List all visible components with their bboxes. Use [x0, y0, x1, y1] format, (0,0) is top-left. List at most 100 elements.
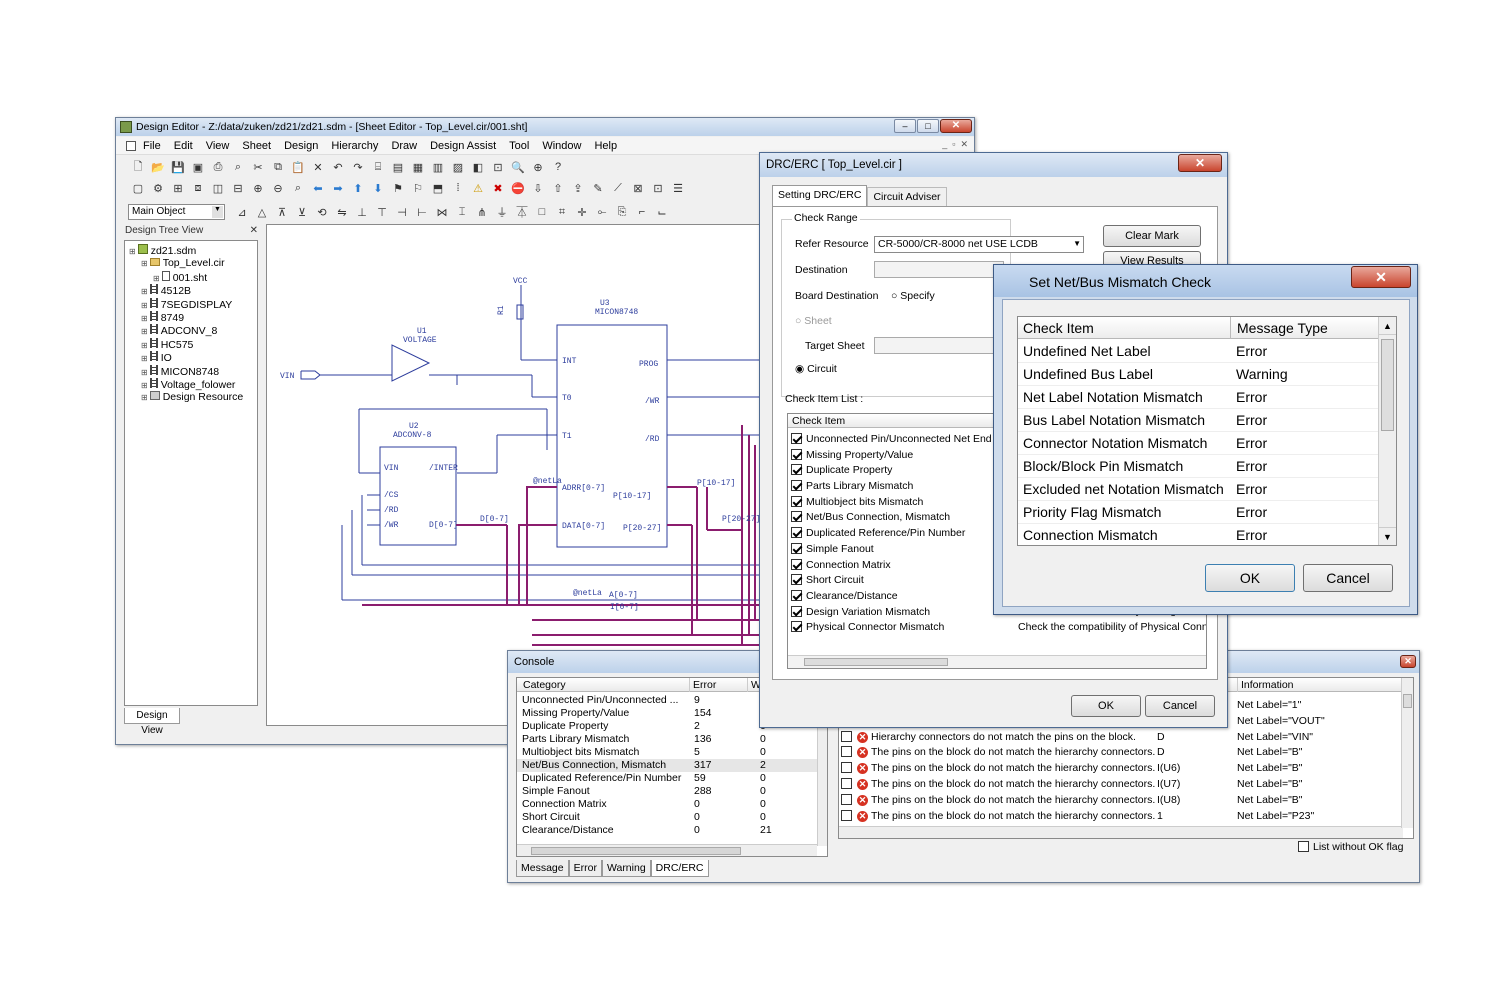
distribute-icon[interactable]: ⊻	[294, 204, 310, 220]
open-icon[interactable]: 📂	[150, 159, 166, 175]
mismatch-message-type[interactable]: Error	[1236, 478, 1267, 501]
specify-radio[interactable]: ○ Specify	[891, 290, 935, 302]
flag-icon[interactable]: ⚑	[390, 180, 406, 196]
mismatch-vscroll[interactable]: ▲ ▼	[1378, 317, 1396, 545]
check-item-checkbox[interactable]	[791, 574, 802, 586]
tree-close-icon[interactable]: ✕	[250, 224, 258, 238]
minimize-button[interactable]: –	[894, 119, 916, 133]
search-icon[interactable]: 🔍	[510, 159, 526, 175]
tree-item[interactable]: ⊞ Design Resource	[129, 391, 257, 404]
message-row[interactable]: ✕ The pins on the block do not match the…	[839, 777, 1403, 793]
message-checkbox[interactable]	[841, 745, 856, 761]
refer-resource-select[interactable]: CR-5000/CR-8000 net USE LCDB ▼	[874, 236, 1084, 253]
clear-mark-button[interactable]: Clear Mark	[1103, 225, 1201, 247]
mismatch-row[interactable]: Excluded net Notation Mismatch Error	[1018, 478, 1378, 501]
mdi-controls[interactable]: _ ▫ ✕	[942, 139, 968, 150]
error-mark-icon[interactable]: ✖	[490, 180, 506, 196]
find-icon[interactable]: ⌸	[370, 159, 386, 175]
redraw-icon[interactable]: ⊟	[230, 180, 246, 196]
menu-item[interactable]: Help	[594, 140, 617, 152]
tab-setting-drc[interactable]: Setting DRC/ERC	[772, 185, 868, 206]
cross-icon[interactable]: ✛	[574, 204, 590, 220]
move-down-icon[interactable]: ⇩	[530, 180, 546, 196]
destination-field[interactable]	[874, 261, 1004, 278]
select-icon[interactable]: ▢	[130, 180, 146, 196]
dots-icon[interactable]: ⁞	[450, 180, 466, 196]
netbus-ok-button[interactable]: OK	[1205, 564, 1295, 592]
grid-icon[interactable]: ▦	[410, 159, 426, 175]
message-row[interactable]: ✕ The pins on the block do not match the…	[839, 761, 1403, 777]
sheet-radio[interactable]: ○ Sheet	[795, 315, 832, 327]
power-icon[interactable]: ⏚	[494, 204, 510, 220]
net-icon[interactable]: ⊢	[414, 204, 430, 220]
mismatch-row[interactable]: Net Label Notation Mismatch Error	[1018, 386, 1378, 409]
check-item-checkbox[interactable]	[791, 495, 802, 507]
mismatch-message-type[interactable]: Warning	[1236, 363, 1288, 386]
category-row[interactable]: Net/Bus Connection, Mismatch 317 2	[517, 759, 817, 772]
check-item-checkbox[interactable]	[791, 589, 802, 601]
line-icon[interactable]: ⟋	[610, 180, 626, 196]
sheet-link-icon[interactable]: ⎘	[614, 204, 630, 220]
print-icon[interactable]: ⎙	[210, 159, 226, 175]
tree-item[interactable]: ⊞ 001.sht	[129, 270, 257, 284]
table-icon[interactable]: ▥	[430, 159, 446, 175]
check-item-checkbox[interactable]	[791, 448, 802, 460]
redo-icon[interactable]: ↷	[350, 159, 366, 175]
list-without-ok-checkbox[interactable]: List without OK flag	[1298, 841, 1403, 853]
zoom-in-icon[interactable]: ⊕	[250, 180, 266, 196]
message-row[interactable]: ✕ The pins on the block do not match the…	[839, 809, 1403, 825]
console-tab[interactable]: Message	[516, 860, 569, 877]
delete-icon[interactable]: ✕	[310, 159, 326, 175]
bookmark-icon[interactable]: ⚐	[410, 180, 426, 196]
menu-item[interactable]: Tool	[509, 140, 529, 152]
undo-icon[interactable]: ↶	[330, 159, 346, 175]
mismatch-message-type[interactable]: Error	[1236, 340, 1267, 363]
check-item-checkbox[interactable]	[791, 542, 802, 554]
message-checkbox[interactable]	[841, 761, 856, 777]
mismatch-message-type[interactable]: Error	[1236, 386, 1267, 409]
edit-icon[interactable]: ✎	[590, 180, 606, 196]
tree-list[interactable]: ⊞ zd21.sdm ⊞ Top_Level.cir ⊞ 001.sht ⊞ 4512B ⊞ 7S…	[124, 240, 258, 706]
stop-icon[interactable]: ⛔	[510, 180, 526, 196]
col-message-type[interactable]: Message Type	[1230, 317, 1328, 339]
expand-icon[interactable]: ⊞	[141, 393, 148, 402]
help-icon[interactable]: ?	[550, 159, 566, 175]
zoom-icon[interactable]: ⊕	[530, 159, 546, 175]
check-item-checkbox[interactable]	[791, 480, 802, 492]
ground-icon[interactable]: ⏄	[514, 204, 530, 220]
tree-tab[interactable]: Design View	[124, 708, 180, 736]
tab-circuit-adviser[interactable]: Circuit Adviser	[867, 187, 947, 206]
check-item-col[interactable]: Check Item	[792, 414, 845, 428]
tree-item[interactable]: ⊞ ADCONV_8	[129, 324, 257, 337]
tree-item[interactable]: ⊞ IO	[129, 351, 257, 364]
mismatch-row[interactable]: Priority Flag Mismatch Error	[1018, 501, 1378, 524]
zoom-area-icon[interactable]: ⌕	[290, 180, 306, 196]
mismatch-message-type[interactable]: Error	[1236, 524, 1267, 545]
expand-icon[interactable]: ⊞	[141, 314, 148, 323]
paste-icon[interactable]: 📋	[290, 159, 306, 175]
wire-icon[interactable]: ⊣	[394, 204, 410, 220]
menu-item[interactable]: Design Assist	[430, 140, 496, 152]
warning-icon[interactable]: ⚠	[470, 180, 486, 196]
drc-cancel-button[interactable]: Cancel	[1145, 695, 1215, 717]
mismatch-row[interactable]: Connector Notation Mismatch Error	[1018, 432, 1378, 455]
expand-icon[interactable]: ⊞	[141, 354, 148, 363]
expand-icon[interactable]: ⊞	[129, 247, 136, 256]
mismatch-row[interactable]: Undefined Bus Label Warning	[1018, 363, 1378, 386]
mismatch-message-type[interactable]: Error	[1236, 432, 1267, 455]
align-center-icon[interactable]: △	[254, 204, 270, 220]
message-vscroll[interactable]	[1401, 678, 1413, 828]
tree-item[interactable]: ⊞ 4512B	[129, 284, 257, 297]
arrow-down-icon[interactable]: ⬇	[370, 180, 386, 196]
expand-icon[interactable]: ⊞	[141, 327, 148, 336]
gear-icon[interactable]: ⚙	[150, 180, 166, 196]
check-icon[interactable]: ⊡	[490, 159, 506, 175]
category-hscroll[interactable]	[517, 844, 817, 856]
expand-icon[interactable]: ⊞	[153, 274, 160, 283]
image-icon[interactable]: ▨	[450, 159, 466, 175]
object-combo[interactable]: Main Object ▼	[128, 204, 225, 220]
category-row[interactable]: Connection Matrix 0 0	[517, 798, 817, 811]
mismatch-row[interactable]: Block/Block Pin Mismatch Error	[1018, 455, 1378, 478]
mismatch-row[interactable]: Undefined Net Label Error	[1018, 340, 1378, 363]
arrow-left-icon[interactable]: ⬅	[310, 180, 326, 196]
